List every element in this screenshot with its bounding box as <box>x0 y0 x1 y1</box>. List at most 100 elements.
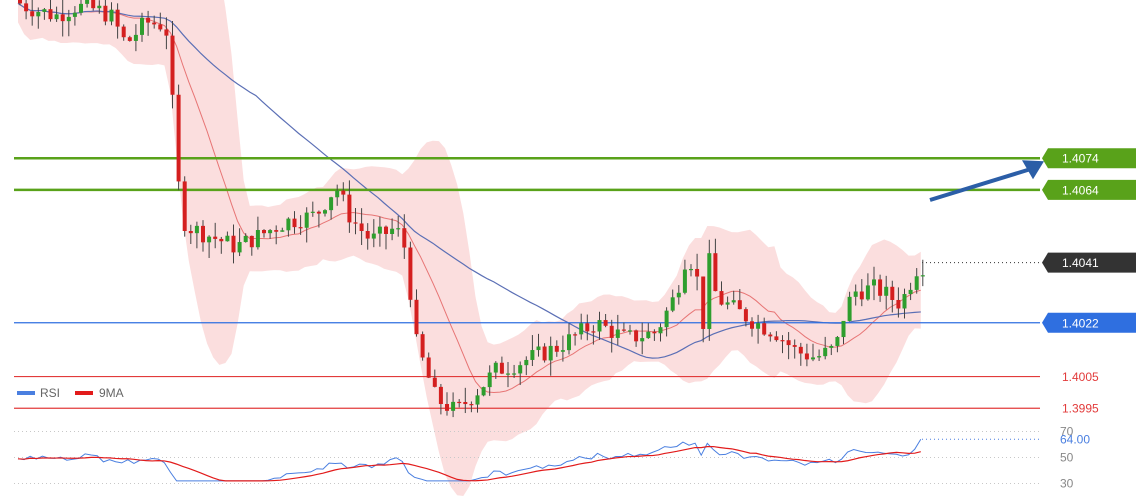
candle-body <box>219 238 224 242</box>
candle-body <box>268 230 273 234</box>
candle-body <box>591 331 596 333</box>
candle-body <box>567 334 571 351</box>
candle-body <box>865 285 870 300</box>
rsi-legend-swatch <box>17 391 35 395</box>
candle-body <box>835 337 840 346</box>
candle-body <box>359 223 364 231</box>
candle-body <box>560 350 565 352</box>
candle-body <box>646 331 651 339</box>
trend-arrow <box>929 160 1044 202</box>
ma9-legend-label: 9MA <box>99 386 124 400</box>
candle-body <box>365 230 370 239</box>
candle-body <box>512 373 517 375</box>
candle-body <box>127 37 132 41</box>
candle-body <box>249 235 254 248</box>
candle-body <box>225 235 230 242</box>
candle-body <box>701 276 706 329</box>
ma9-legend-swatch <box>75 391 93 395</box>
candle-body <box>121 26 126 38</box>
candle-body <box>146 17 151 23</box>
candle-body <box>884 286 889 296</box>
candle-body <box>97 5 102 9</box>
candle-body <box>792 345 797 347</box>
candle-body <box>506 373 510 375</box>
candle-body <box>213 236 218 239</box>
candle-body <box>426 357 431 378</box>
candle-body <box>542 346 547 361</box>
candle-body <box>554 345 559 352</box>
candle-body <box>286 218 291 231</box>
candle-body <box>481 387 486 396</box>
candle-body <box>347 194 352 223</box>
candle-body <box>652 331 657 334</box>
candle-body <box>902 294 907 309</box>
candle-body <box>231 235 236 253</box>
candle-body <box>615 329 620 338</box>
candle-body <box>475 395 480 405</box>
candle-body <box>445 404 449 411</box>
candle-body <box>737 300 742 310</box>
candle-body <box>707 253 712 329</box>
candle-body <box>158 24 163 30</box>
candle-body <box>152 22 157 25</box>
level-label-pivot: 1.4022 <box>1062 316 1099 330</box>
level-labels: 1.4074 1.4064 1.4041 1.4022 1.4005 1.3995 <box>1042 148 1136 416</box>
candle-body <box>579 323 584 335</box>
candle-body <box>841 320 846 338</box>
rsi-legend: RSI 9MA <box>17 386 124 400</box>
candle-body <box>115 9 120 27</box>
candle-body <box>609 325 614 338</box>
candle-body <box>371 233 376 239</box>
candle-body <box>573 334 578 336</box>
candle-body <box>920 275 925 277</box>
candle-body <box>66 16 71 22</box>
candle-body <box>603 320 608 326</box>
candle-body <box>548 345 553 361</box>
candle-body <box>54 14 59 20</box>
candle-body <box>24 3 29 12</box>
candle <box>920 259 925 287</box>
candle-body <box>280 230 285 232</box>
candle <box>707 239 712 341</box>
candle-body <box>298 227 303 229</box>
level-label-support: 1.4005 <box>1062 370 1099 384</box>
candle-body <box>640 338 645 342</box>
candle-body <box>42 9 47 12</box>
candle-body <box>634 330 639 342</box>
candle-body <box>176 94 181 182</box>
candle-body <box>133 34 138 41</box>
candle-body <box>689 268 693 271</box>
candle-body <box>48 9 53 20</box>
candle-body <box>890 286 895 300</box>
candle-body <box>188 230 193 234</box>
candle-body <box>817 356 822 358</box>
bollinger-band-fill <box>18 0 921 496</box>
candle-body <box>103 5 108 22</box>
candle-body <box>597 320 602 332</box>
candle-body <box>109 9 114 22</box>
candle-body <box>786 340 791 346</box>
candle-body <box>853 291 858 297</box>
candle-body <box>237 242 242 253</box>
rsi-current-value: 64.00 <box>1060 432 1090 446</box>
candle-body <box>274 230 279 232</box>
candle-body <box>316 211 321 214</box>
candle-body <box>170 35 175 95</box>
candle-body <box>780 340 785 342</box>
candle-body <box>201 225 205 243</box>
candle-body <box>774 336 779 341</box>
candle-body <box>493 362 498 373</box>
candle-body <box>811 357 815 360</box>
candle-body <box>487 372 492 388</box>
price-and-rsi-chart: 1.4074 1.4064 1.4041 1.4022 1.4005 1.3995 30 5… <box>14 0 1136 496</box>
candle-body <box>243 235 248 243</box>
candle-body <box>420 334 425 358</box>
candle-body <box>438 386 443 405</box>
candle-body <box>750 321 754 329</box>
rsi-panel: 30507064.00 <box>14 425 1090 491</box>
candle <box>408 241 413 308</box>
candle-body <box>310 211 315 213</box>
candle-body <box>847 296 852 321</box>
candle-body <box>60 14 65 22</box>
candle-body <box>72 12 77 17</box>
